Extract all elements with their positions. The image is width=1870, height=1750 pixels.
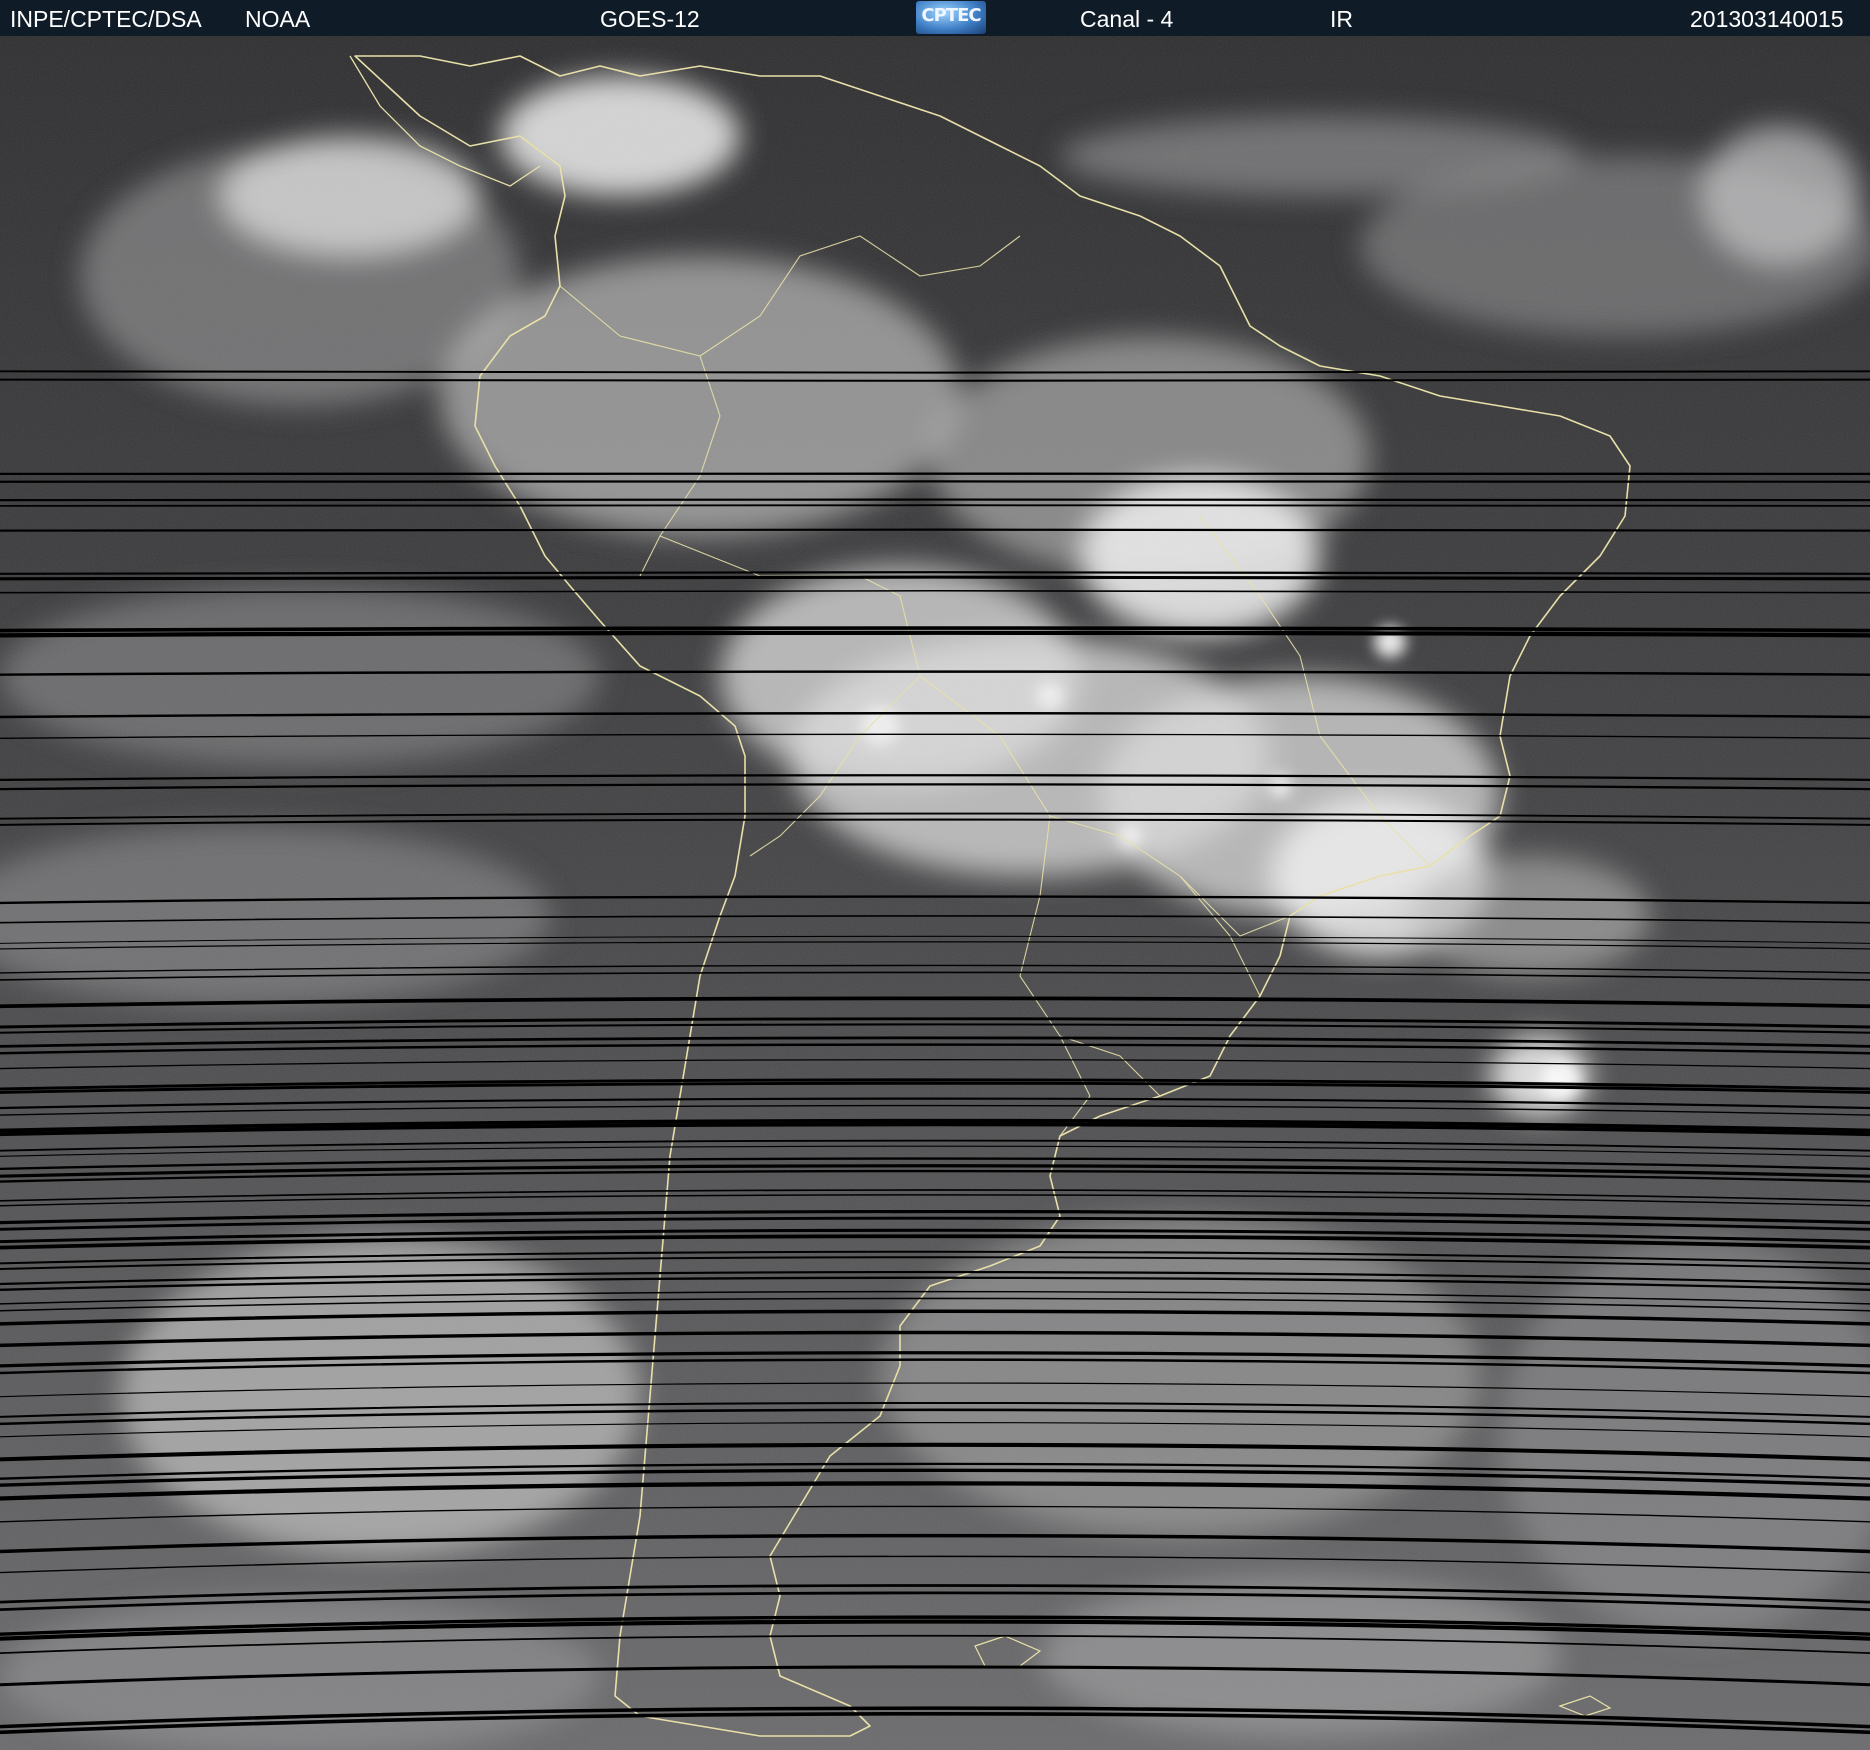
scanline — [0, 528, 1870, 532]
agency-label: NOAA — [245, 6, 311, 32]
band-label: IR — [1330, 6, 1353, 32]
image-header-bar: INPE/CPTEC/DSA NOAA GOES-12 CPTEC Canal … — [0, 0, 1870, 36]
institution-label: INPE/CPTEC/DSA — [10, 6, 202, 32]
scanline — [0, 504, 1870, 507]
cptec-logo: CPTEC — [916, 1, 986, 34]
scanline — [0, 498, 1870, 502]
satellite-image-frame — [0, 36, 1870, 1750]
scanline — [0, 575, 1870, 581]
timestamp-label: 201303140015 — [1690, 6, 1844, 32]
satellite-label: GOES-12 — [600, 6, 700, 32]
channel-label: Canal - 4 — [1080, 6, 1174, 32]
satellite-image — [0, 36, 1870, 1750]
